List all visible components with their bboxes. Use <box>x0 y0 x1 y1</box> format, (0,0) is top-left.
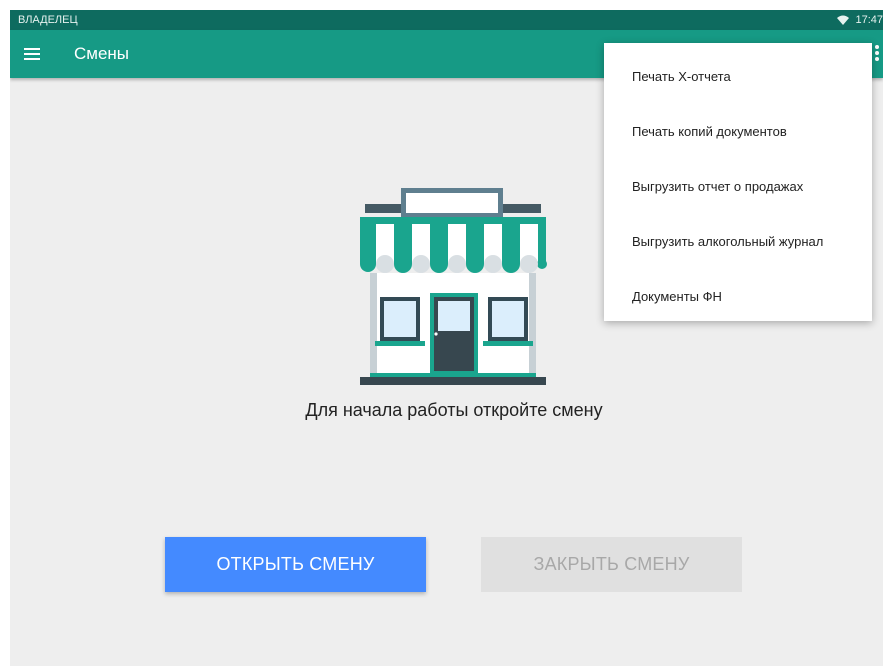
owner-label: ВЛАДЕЛЕЦ <box>18 14 78 26</box>
open-shift-button[interactable]: ОТКРЫТЬ СМЕНУ <box>165 537 426 592</box>
clock: 17:47 <box>855 14 883 26</box>
overflow-menu: Печать Х-отчета Печать копий документов … <box>604 43 872 321</box>
menu-item-export-sales-report[interactable]: Выгрузить отчет о продажах <box>604 159 872 214</box>
menu-item-fn-documents[interactable]: Документы ФН <box>604 269 872 324</box>
page-title: Смены <box>74 44 130 63</box>
menu-item-print-document-copies[interactable]: Печать копий документов <box>604 104 872 159</box>
status-bar: ВЛАДЕЛЕЦ 17:47 <box>10 10 883 30</box>
empty-state-message: Для начала работы откройте смену <box>305 400 603 420</box>
menu-item-export-alcohol-journal[interactable]: Выгрузить алкогольный журнал <box>604 214 872 269</box>
status-right: 17:47 <box>837 10 883 30</box>
more-vert-icon[interactable] <box>875 44 881 64</box>
close-shift-button: ЗАКРЫТЬ СМЕНУ <box>481 537 742 592</box>
app-screen: ВЛАДЕЛЕЦ 17:47 Смены Для начала работы о… <box>10 10 883 666</box>
menu-icon[interactable] <box>24 46 42 62</box>
wifi-icon <box>837 15 850 25</box>
shop-icon <box>358 185 548 385</box>
menu-item-print-x-report[interactable]: Печать Х-отчета <box>604 49 872 104</box>
